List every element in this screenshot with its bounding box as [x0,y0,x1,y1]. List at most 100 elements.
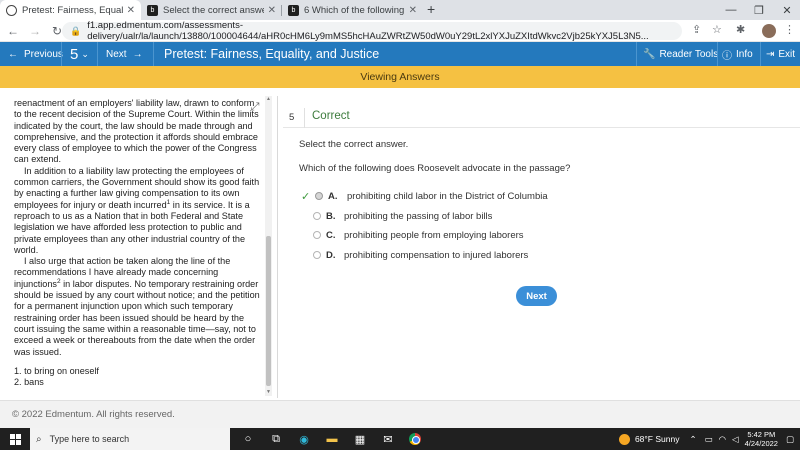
share-icon[interactable]: ⇪ [692,23,701,36]
browser-tabstrip: Pretest: Fairness, Equality, and Ju ✕ b … [0,0,800,20]
question-number-dropdown[interactable]: 5 ⌄ [70,42,89,66]
browser-tab[interactable]: b Select the correct answer. What ✕ [141,0,282,20]
time: 5:42 PM [747,429,776,439]
windows-start-icon[interactable] [0,428,30,450]
scrollbar-thumb[interactable] [266,236,271,386]
menu-icon[interactable]: ⋮ [784,23,795,36]
new-tab-icon[interactable]: + [427,0,435,20]
star-icon[interactable]: ☆ [712,23,722,36]
next-nav-button[interactable]: Next → [106,42,143,66]
info-button[interactable]: ⓘ Info [722,42,753,66]
question-header: 5 Correct [283,108,800,128]
radio-button[interactable] [315,192,323,200]
browser-tab-active[interactable]: Pretest: Fairness, Equality, and Ju ✕ [0,0,141,20]
next-arrow-icon: → [132,48,143,60]
brainly-favicon-icon: b [288,4,299,16]
edge-icon[interactable]: ◉ [294,433,314,446]
url-field[interactable]: 🔒 f1.app.edmentum.com/assessments-delive… [62,20,682,42]
reader-tools-button[interactable]: 🔧 Reader Tools [643,42,718,66]
maximize-icon[interactable]: ❐ [746,0,772,20]
back-icon[interactable]: ← [4,24,22,38]
date: 4/24/2022 [744,439,778,448]
mail-icon[interactable]: ✉ [378,433,398,446]
chevron-up-icon[interactable]: ⌃ [689,434,696,445]
option-letter: B. [326,210,336,222]
answer-option-b[interactable]: B. prohibiting the passing of labor bill… [313,209,492,223]
option-letter: D. [326,249,336,261]
file-explorer-icon[interactable]: ▬ [322,433,342,445]
weather-text[interactable]: 68°F Sunny [635,434,680,444]
forward-icon[interactable]: → [26,24,44,38]
next-question-button[interactable]: Next [516,286,557,306]
expand-icon[interactable]: ⤢ [248,100,262,114]
radio-button[interactable] [313,231,321,239]
copyright-text: © 2022 Edmentum. All rights reserved. [12,409,175,420]
profile-avatar[interactable] [762,24,776,38]
brainly-favicon-icon: b [147,4,158,16]
extensions-icon[interactable]: ✱ [736,23,745,36]
tab-title: 6 Which of the following does R [304,4,405,16]
passage-pane: reenactment of an employers' liability l… [14,98,264,393]
info-label: Info [736,48,753,60]
browser-tab[interactable]: b 6 Which of the following does R ✕ [282,0,423,20]
question-number: 5 [70,45,79,63]
address-bar: ← → ↻ 🔒 f1.app.edmentum.com/assessments-… [0,20,800,42]
exit-button[interactable]: ⇥ Exit [766,42,795,66]
minimize-icon[interactable]: — [718,0,744,20]
option-letter: C. [326,229,336,241]
option-letter: A. [328,190,338,202]
passage-scrollbar[interactable]: ▲ ▼ [265,96,272,396]
clock[interactable]: 5:42 PM 4/24/2022 [745,430,778,449]
footnote: 2. bans [14,377,44,388]
option-text: prohibiting child labor in the District … [347,190,548,202]
cortana-icon[interactable]: ○ [238,433,258,445]
wrench-icon: 🔧 [643,48,656,60]
tab-title: Select the correct answer. What [163,4,264,16]
option-text: prohibiting the passing of labor bills [344,210,493,222]
assessment-title: Pretest: Fairness, Equality, and Justice [164,47,380,61]
option-text: prohibiting people from employing labore… [344,229,524,241]
store-icon[interactable]: ▦ [350,433,370,446]
page-footer: © 2022 Edmentum. All rights reserved. [0,400,800,428]
checkmark-icon: ✓ [301,190,311,203]
scroll-up-icon[interactable]: ▲ [265,96,272,103]
close-window-icon[interactable]: ✕ [774,0,800,20]
chrome-icon[interactable] [409,433,421,445]
task-view-icon[interactable]: ⧉ [266,433,286,446]
previous-button[interactable]: ← Previous [8,42,63,66]
question-number-label: 5 [289,112,295,123]
option-text: prohibiting compensation to injured labo… [344,249,529,261]
radio-button[interactable] [313,251,321,259]
close-tab-icon[interactable]: ✕ [268,5,276,16]
next-label: Next [106,48,127,60]
footnotes: 1. to bring on oneself 2. bans [14,366,264,389]
previous-label: Previous [24,48,63,60]
previous-arrow-icon: ← [8,48,18,60]
search-placeholder: Type here to search [49,434,130,444]
answer-option-d[interactable]: D. prohibiting compensation to injured l… [313,248,528,262]
search-icon: ⌕ [36,433,42,445]
lock-icon: 🔒 [70,25,82,36]
footnote: 1. to bring on oneself [14,365,99,376]
passage-paragraph: reenactment of an employers' liability l… [14,98,259,165]
banner-text: Viewing Answers [360,71,440,83]
answer-option-a[interactable]: ✓ A. prohibiting child labor in the Dist… [301,189,548,203]
volume-icon[interactable]: ◁ [732,434,739,445]
network-icon[interactable]: ▭ [705,434,713,445]
taskbar: ⌕ Type here to search ○ ⧉ ◉ ▬ ▦ ✉ 68°F S… [0,428,800,450]
viewing-answers-banner: Viewing Answers [0,66,800,88]
wifi-icon[interactable]: ◠ [719,434,726,445]
notifications-icon[interactable]: ▢ [786,434,794,445]
chevron-down-icon: ⌄ [81,48,89,59]
weather-icon [618,433,630,445]
scroll-down-icon[interactable]: ▼ [265,389,272,396]
system-tray: 68°F Sunny ⌃ ▭ ◠ ◁ 5:42 PM 4/24/2022 ▢ [618,428,800,450]
taskbar-search[interactable]: ⌕ Type here to search [30,428,230,450]
close-tab-icon[interactable]: ✕ [127,5,135,16]
reader-tools-label: Reader Tools [659,48,719,60]
radio-button[interactable] [313,212,321,220]
tab-title: Pretest: Fairness, Equality, and Ju [22,4,123,16]
answer-option-c[interactable]: C. prohibiting people from employing lab… [313,228,524,242]
passage-paragraph: In addition to a liability law protectin… [14,165,260,255]
close-tab-icon[interactable]: ✕ [409,5,417,16]
